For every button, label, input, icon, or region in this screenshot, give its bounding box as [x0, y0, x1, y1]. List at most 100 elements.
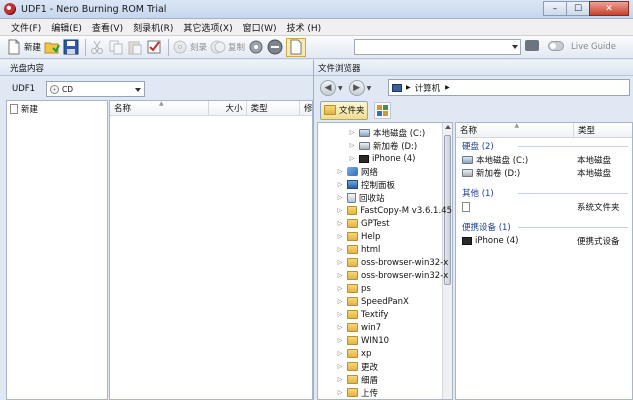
group-divider — [518, 146, 628, 147]
file-browser-header: 文件浏览器 — [314, 60, 633, 76]
list-item[interactable]: 系统文件夹 — [456, 200, 632, 213]
folders-toggle-button[interactable]: 文件夹 — [320, 100, 368, 120]
expand-arrow-icon[interactable]: ▷ — [336, 272, 344, 279]
tree-item[interactable]: ▷ iPhone (4) — [318, 152, 452, 165]
close-button[interactable]: ✕ — [589, 1, 629, 16]
expand-arrow-icon[interactable]: ▷ — [336, 246, 344, 253]
address-computer[interactable]: 计算机 — [415, 82, 441, 94]
column-name[interactable]: 名称 ▲ — [110, 100, 209, 115]
expand-arrow-icon[interactable]: ▷ — [336, 350, 344, 357]
tree-item[interactable]: ▷ GPTest — [318, 217, 452, 230]
list-item[interactable]: 新加卷 (D:) 本地磁盘 — [456, 166, 632, 179]
expand-arrow-icon[interactable]: ▷ — [336, 181, 344, 188]
group-header[interactable]: 其他 (1) — [456, 186, 632, 200]
expand-arrow-icon[interactable]: ▷ — [336, 233, 344, 240]
save-button[interactable] — [63, 38, 79, 57]
expand-arrow-icon[interactable]: ▷ — [336, 363, 344, 370]
expand-arrow-icon[interactable]: ▷ — [348, 155, 356, 162]
expand-arrow-icon[interactable]: ▷ — [336, 337, 344, 344]
tree-item[interactable]: ▷ FastCopy-M v3.6.1.45 — [318, 204, 453, 217]
burn-button[interactable]: 刻录 — [172, 38, 207, 57]
copy-disc-button[interactable]: 复制 — [210, 38, 245, 57]
tree-item[interactable]: ▷ 本地磁盘 (C:) — [318, 126, 452, 139]
expand-arrow-icon[interactable]: ▷ — [348, 129, 356, 136]
list-column-name[interactable]: 名称 ▲ — [456, 122, 574, 137]
expand-arrow-icon[interactable]: ▷ — [336, 285, 344, 292]
forward-dropdown-icon[interactable]: ▼ — [367, 85, 372, 92]
tree-item[interactable]: ▷ 上传 — [318, 386, 452, 399]
group-header[interactable]: 便携设备 (1) — [456, 220, 632, 234]
new-button[interactable]: 新建 — [6, 38, 41, 57]
properties-button[interactable] — [146, 38, 162, 57]
breadcrumb-chevron-icon[interactable]: ▶ — [445, 84, 450, 91]
view-mode-button[interactable] — [374, 101, 391, 119]
expand-arrow-icon[interactable]: ▷ — [336, 194, 344, 201]
tree-item[interactable]: ▷ Help — [318, 230, 452, 243]
forward-button[interactable]: ▶ — [348, 80, 365, 96]
menu-window[interactable]: 窗口(W) — [238, 21, 282, 34]
expand-arrow-icon[interactable]: ▷ — [336, 259, 344, 266]
menu-file[interactable]: 文件(F) — [6, 21, 46, 34]
compilation-file-table[interactable]: 名称 ▲ 大小 类型 修 — [109, 100, 313, 400]
expand-arrow-icon[interactable]: ▷ — [336, 220, 344, 227]
expand-arrow-icon[interactable]: ▷ — [336, 207, 344, 214]
maximize-button[interactable]: ☐ — [566, 1, 590, 16]
expand-arrow-icon[interactable]: ▷ — [336, 298, 344, 305]
minimize-button[interactable]: – — [543, 1, 567, 16]
open-button[interactable] — [44, 38, 60, 57]
tree-item[interactable]: ▷ html — [318, 243, 452, 256]
disc-type-select[interactable]: CD — [46, 81, 145, 97]
tree-item-label: oss-browser-win32-x — [361, 270, 449, 281]
tree-item[interactable]: ▷ 细盾 — [318, 373, 452, 386]
paste-button[interactable] — [127, 38, 143, 57]
menu-help[interactable]: 技术 (H) — [282, 21, 327, 34]
expand-arrow-icon[interactable]: ▷ — [336, 324, 344, 331]
tree-item-new[interactable]: 新建 — [7, 101, 107, 117]
live-guide-toggle[interactable] — [548, 41, 564, 51]
expand-arrow-icon[interactable]: ▷ — [336, 168, 344, 175]
back-dropdown-icon[interactable]: ▼ — [338, 85, 343, 92]
list-column-type[interactable]: 类型 — [574, 123, 632, 137]
copy-button[interactable] — [108, 38, 124, 57]
tree-item[interactable]: ▷ oss-browser-win32-x — [318, 256, 452, 269]
menu-extras[interactable]: 其它选项(X) — [178, 21, 237, 34]
tree-item[interactable]: ▷ 更改 — [318, 360, 452, 373]
tree-item[interactable]: ▷ 控制面板 — [318, 178, 452, 191]
column-modified[interactable]: 修 — [300, 101, 313, 115]
tree-item[interactable]: ▷ Textify — [318, 308, 452, 321]
tree-item[interactable]: ▷ WIN10 — [318, 334, 452, 347]
tree-item[interactable]: ▷ 回收站 — [318, 191, 452, 204]
column-type[interactable]: 类型 — [247, 101, 300, 115]
cut-button[interactable] — [89, 38, 105, 57]
tree-item[interactable]: ▷ ps — [318, 282, 452, 295]
group-divider — [518, 193, 628, 194]
expand-arrow-icon[interactable]: ▷ — [348, 142, 356, 149]
tree-item[interactable]: ▷ win7 — [318, 321, 452, 334]
group-header[interactable]: 硬盘 (2) — [456, 139, 632, 153]
breadcrumb-chevron-icon[interactable]: ▶ — [406, 84, 411, 91]
folder-tree[interactable]: ▷ 本地磁盘 (C:) ▷ 新加卷 (D:) ▷ iPhone (4) ▷ 网络 ▷ 控制面板 ▷ 回… — [317, 122, 453, 400]
address-bar[interactable]: ▶ 计算机 ▶ — [388, 79, 630, 96]
compilation-tree[interactable]: 新建 — [6, 100, 108, 400]
document-mode-button[interactable] — [286, 37, 307, 57]
menu-recorder[interactable]: 刻录机(R) — [128, 21, 178, 34]
recorder-select[interactable] — [354, 39, 521, 55]
expand-arrow-icon[interactable]: ▷ — [336, 311, 344, 318]
tree-item[interactable]: ▷ oss-browser-win32-x — [318, 269, 452, 282]
list-item[interactable]: 本地磁盘 (C:) 本地磁盘 — [456, 153, 632, 166]
menu-edit[interactable]: 编辑(E) — [46, 21, 87, 34]
tree-item[interactable]: ▷ SpeedPanX — [318, 295, 452, 308]
menu-view[interactable]: 查看(V) — [87, 21, 128, 34]
back-button[interactable]: ◀ — [320, 80, 336, 96]
list-item[interactable]: iPhone (4) 便携式设备 — [456, 234, 632, 247]
erase-button[interactable] — [267, 38, 283, 57]
column-size[interactable]: 大小 — [209, 101, 247, 115]
tree-item[interactable]: ▷ 网络 — [318, 165, 452, 178]
file-list-view[interactable]: 名称 ▲ 类型 硬盘 (2) 本地磁盘 (C:) 本地磁盘 新加卷 (D:) 本地磁盘其… — [455, 122, 633, 400]
document-icon — [10, 104, 18, 114]
disc-info-button[interactable] — [248, 38, 264, 57]
expand-arrow-icon[interactable]: ▷ — [336, 376, 344, 383]
tree-item[interactable]: ▷ xp — [318, 347, 452, 360]
expand-arrow-icon[interactable]: ▷ — [336, 389, 344, 396]
tree-item[interactable]: ▷ 新加卷 (D:) — [318, 139, 452, 152]
